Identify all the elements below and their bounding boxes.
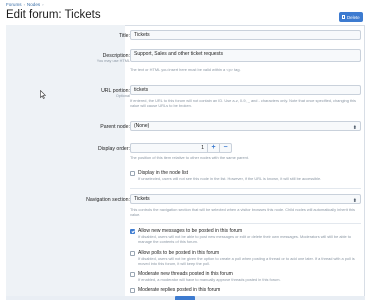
url-portion-hint: If entered, the URL to this forum will n… [130,98,356,108]
url-portion-sublabel: Optional [115,94,130,98]
delete-button-label: Delete [346,14,360,20]
moderate-threads-hint: If enabled, a moderator will have to man… [138,277,281,282]
breadcrumb-separator-icon: › [23,2,25,7]
display-order-stepper[interactable]: 1 + − [130,143,232,153]
decrement-button[interactable]: − [219,144,231,152]
page-title: Edit forum: Tickets [6,9,101,21]
increment-button[interactable]: + [207,144,219,152]
navigation-section-select[interactable]: Tickets ⬍ [130,194,361,204]
breadcrumb-forums[interactable]: Forums [6,2,22,7]
title-input[interactable]: Tickets [130,30,361,40]
label-column [6,25,125,297]
checkbox-checked-icon[interactable] [130,228,135,234]
moderate-replies-checkbox[interactable]: Moderate replies posted in this forum [130,287,220,293]
navigation-section-hint: This controls the navigation section tha… [130,207,355,217]
display-order-value: 1 [201,145,204,151]
title-label: Title: [118,33,130,39]
checkbox-icon[interactable] [130,170,135,176]
section-divider [130,223,361,224]
display-order-label: Display order: [97,146,130,152]
navigation-section-label: Navigation section: [86,197,130,203]
parent-node-select[interactable]: (None) ⬍ [130,121,361,131]
delete-button[interactable]: Delete [339,12,363,22]
checkbox-icon[interactable] [130,271,135,277]
moderate-replies-label: Moderate replies posted in this forum [138,287,221,293]
display-order-hint: The position of this item relative to ot… [130,155,249,160]
navigation-section-value: Tickets [134,196,150,202]
description-input[interactable]: Support, Sales and other ticket requests [130,49,361,62]
parent-node-label: Parent node: [100,124,130,130]
breadcrumb-separator-icon: › [42,2,44,7]
mouse-cursor-icon [40,90,46,99]
allow-polls-hint: If disabled, users will not be given the… [138,256,355,266]
trash-icon [342,15,346,19]
allow-new-messages-hint: If disabled, users will not be able to p… [138,234,352,244]
save-button[interactable] [175,296,195,300]
parent-node-value: (None) [134,123,150,129]
description-sublabel: You may use HTML [96,59,130,63]
breadcrumb: Forums › Nodes › [6,2,44,7]
breadcrumb-nodes[interactable]: Nodes [27,2,40,7]
description-hint: The text or HTML you insert here must be… [130,67,241,72]
display-in-list-hint: If unselected, users will not see this n… [138,176,322,181]
select-caret-icon: ⬍ [352,198,357,204]
section-divider [130,188,361,189]
select-caret-icon: ⬍ [352,125,357,131]
url-portion-input[interactable]: tickets [130,85,361,95]
checkbox-icon[interactable] [130,287,135,293]
checkbox-icon[interactable] [130,250,135,256]
